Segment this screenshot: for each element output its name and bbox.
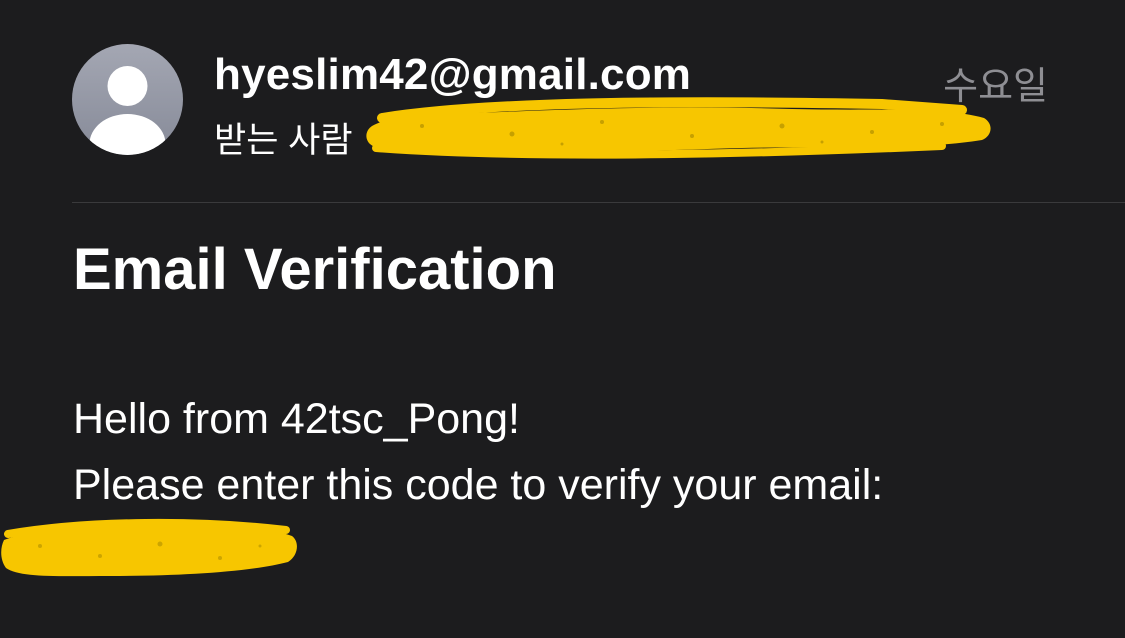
person-placeholder-icon	[89, 66, 166, 155]
message-header: hyeslim42@gmail.com 수요일 받는 사람	[0, 0, 1125, 203]
code-redaction-scribble	[1, 518, 297, 577]
sender-address[interactable]: hyeslim42@gmail.com	[214, 50, 691, 100]
header-divider	[72, 202, 1125, 203]
recipient-redaction-scribble	[366, 97, 991, 159]
recipient-label: 받는 사람	[214, 121, 353, 160]
greeting-text: Hello from 42tsc_Pong!	[73, 395, 520, 443]
instruction-text: Please enter this code to verify your em…	[73, 461, 884, 509]
message-subject: Email Verification	[73, 237, 557, 302]
verification-code[interactable]	[0, 516, 300, 582]
sender-avatar[interactable]	[72, 44, 183, 155]
recipient-row[interactable]: 받는 사람	[214, 112, 353, 160]
